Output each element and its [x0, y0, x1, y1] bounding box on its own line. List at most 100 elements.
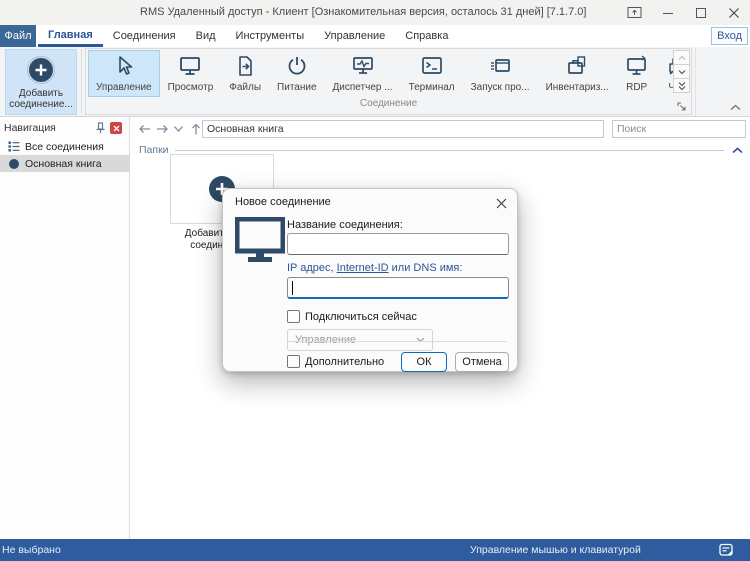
tab-help[interactable]: Справка: [395, 25, 458, 47]
up-icon: [190, 123, 202, 136]
search-input[interactable]: [612, 120, 746, 138]
navigation-panel: Навигация Все соединения Основная книга: [0, 117, 130, 539]
connect-now-checkbox[interactable]: Подключиться сейчас: [287, 310, 417, 323]
task-manager-icon: [351, 54, 375, 78]
connection-name-label: Название соединения:: [287, 219, 403, 231]
checkbox-box[interactable]: [287, 310, 300, 323]
address-input[interactable]: [202, 120, 604, 138]
statusbar-selection-text: Не выбрано: [2, 544, 61, 556]
back-icon: [138, 123, 152, 135]
cancel-button[interactable]: Отмена: [455, 352, 509, 372]
close-icon: [728, 7, 740, 19]
ribbon-button-run-program[interactable]: Запуск про...: [463, 50, 538, 97]
ribbon-button-terminal[interactable]: Терминал: [401, 50, 463, 97]
scroll-page-down-icon: [678, 81, 686, 91]
close-panel-button[interactable]: [110, 122, 122, 134]
maximize-button[interactable]: [684, 0, 717, 25]
add-connection-label: Добавить соединение...: [6, 88, 76, 110]
sidebar-item-main-book[interactable]: Основная книга: [0, 155, 130, 172]
forward-button[interactable]: [153, 121, 170, 137]
ribbon-separator: [81, 49, 82, 113]
window-controls: [618, 0, 750, 25]
tab-tools[interactable]: Инструменты: [226, 25, 315, 47]
tab-main[interactable]: Главная: [38, 25, 103, 47]
tab-connections[interactable]: Соединения: [103, 25, 186, 47]
checkbox-box[interactable]: [287, 355, 300, 368]
ribbon-button-view[interactable]: Просмотр: [160, 50, 222, 97]
collapse-folders-button[interactable]: [732, 147, 743, 154]
ribbon-button-rdp[interactable]: RDP: [617, 50, 657, 97]
rdp-icon: [625, 54, 649, 78]
folders-section-label: Папки: [139, 144, 169, 156]
advanced-checkbox[interactable]: Дополнительно: [287, 355, 384, 368]
ribbon-scroll-up-button[interactable]: [673, 50, 690, 65]
dialog-close-button[interactable]: [494, 196, 508, 210]
power-icon: [285, 54, 309, 78]
close-icon: [113, 125, 120, 132]
book-dot-icon: [8, 158, 20, 170]
folders-section-rule: [175, 150, 724, 151]
ribbon-group-connection: Управление Просмотр Файлы: [85, 48, 692, 115]
address-field-label: IP адрес, Internet-ID или DNS имя:: [287, 262, 462, 274]
ribbon-button-files[interactable]: Файлы: [221, 50, 269, 97]
scroll-up-icon: [678, 55, 686, 61]
dialog-title: Новое соединение: [235, 196, 331, 208]
chevron-down-icon: [173, 125, 184, 133]
add-connection-icon: [26, 55, 56, 85]
window-title: RMS Удаленный доступ - Клиент [Ознакомит…: [140, 6, 586, 18]
computer-icon: [235, 217, 285, 263]
remote-screen-icon: [719, 543, 733, 557]
sidebar-item-all-connections[interactable]: Все соединения: [0, 138, 130, 155]
dialog-launcher-button[interactable]: [677, 102, 687, 112]
maximize-icon: [695, 7, 707, 19]
statusbar-mode-button[interactable]: [719, 543, 733, 557]
text-caret: [292, 281, 293, 295]
dialog-launcher-icon: [677, 102, 687, 112]
ribbon-button-inventory[interactable]: Инвентариз...: [538, 50, 617, 97]
tab-view[interactable]: Вид: [186, 25, 226, 47]
forward-icon: [155, 123, 169, 135]
internet-id-link[interactable]: Internet-ID: [337, 262, 389, 274]
ribbon: Добавить соединение... Управление Просмо…: [0, 47, 750, 117]
ribbon-right-divider: [695, 47, 696, 116]
cursor-icon: [112, 54, 136, 78]
navigation-title: Навигация: [4, 122, 56, 134]
run-program-icon: [488, 54, 512, 78]
ribbon-group-label: Соединение: [86, 98, 691, 109]
new-connection-dialog: Новое соединение Название соединения: IP…: [222, 188, 518, 372]
ribbon-button-control[interactable]: Управление: [88, 50, 160, 97]
close-button[interactable]: [717, 0, 750, 25]
chevron-down-icon: [416, 337, 425, 343]
ribbon-button-task-manager[interactable]: Диспетчер ...: [325, 50, 401, 97]
chevron-up-icon: [732, 147, 743, 154]
dialog-separator: [287, 341, 507, 342]
close-icon: [496, 198, 507, 209]
statusbar: Не выбрано Управление мышью и клавиатуро…: [0, 539, 750, 561]
login-button[interactable]: Вход: [711, 27, 748, 45]
pin-panel-button[interactable]: [95, 122, 106, 134]
pin-icon: [95, 122, 106, 134]
file-export-icon: [233, 54, 257, 78]
minimize-button[interactable]: [651, 0, 684, 25]
connection-mode-select[interactable]: Управление: [287, 329, 433, 351]
ribbon-button-power[interactable]: Питание: [269, 50, 324, 97]
add-connection-button[interactable]: Добавить соединение...: [5, 49, 77, 115]
back-button[interactable]: [136, 121, 153, 137]
collapse-ribbon-button[interactable]: [730, 104, 741, 111]
ribbon-scroll-strip: [673, 50, 690, 92]
ribbon-options-button[interactable]: [618, 0, 651, 25]
monitor-icon: [178, 54, 202, 78]
terminal-icon: [420, 54, 444, 78]
titlebar: RMS Удаленный доступ - Клиент [Ознакомит…: [0, 0, 750, 25]
ribbon-scroll-page-down-button[interactable]: [673, 78, 690, 93]
tab-file[interactable]: Файл: [0, 25, 36, 47]
address-value-input[interactable]: [287, 277, 509, 299]
history-dropdown-button[interactable]: [170, 121, 187, 137]
inventory-icon: [565, 54, 589, 78]
ribbon-scroll-down-button[interactable]: [673, 64, 690, 79]
chevron-up-icon: [730, 104, 741, 111]
ok-button[interactable]: ОК: [401, 352, 447, 372]
scroll-down-icon: [678, 69, 686, 75]
tab-control[interactable]: Управление: [314, 25, 395, 47]
connection-name-input[interactable]: [287, 233, 509, 255]
